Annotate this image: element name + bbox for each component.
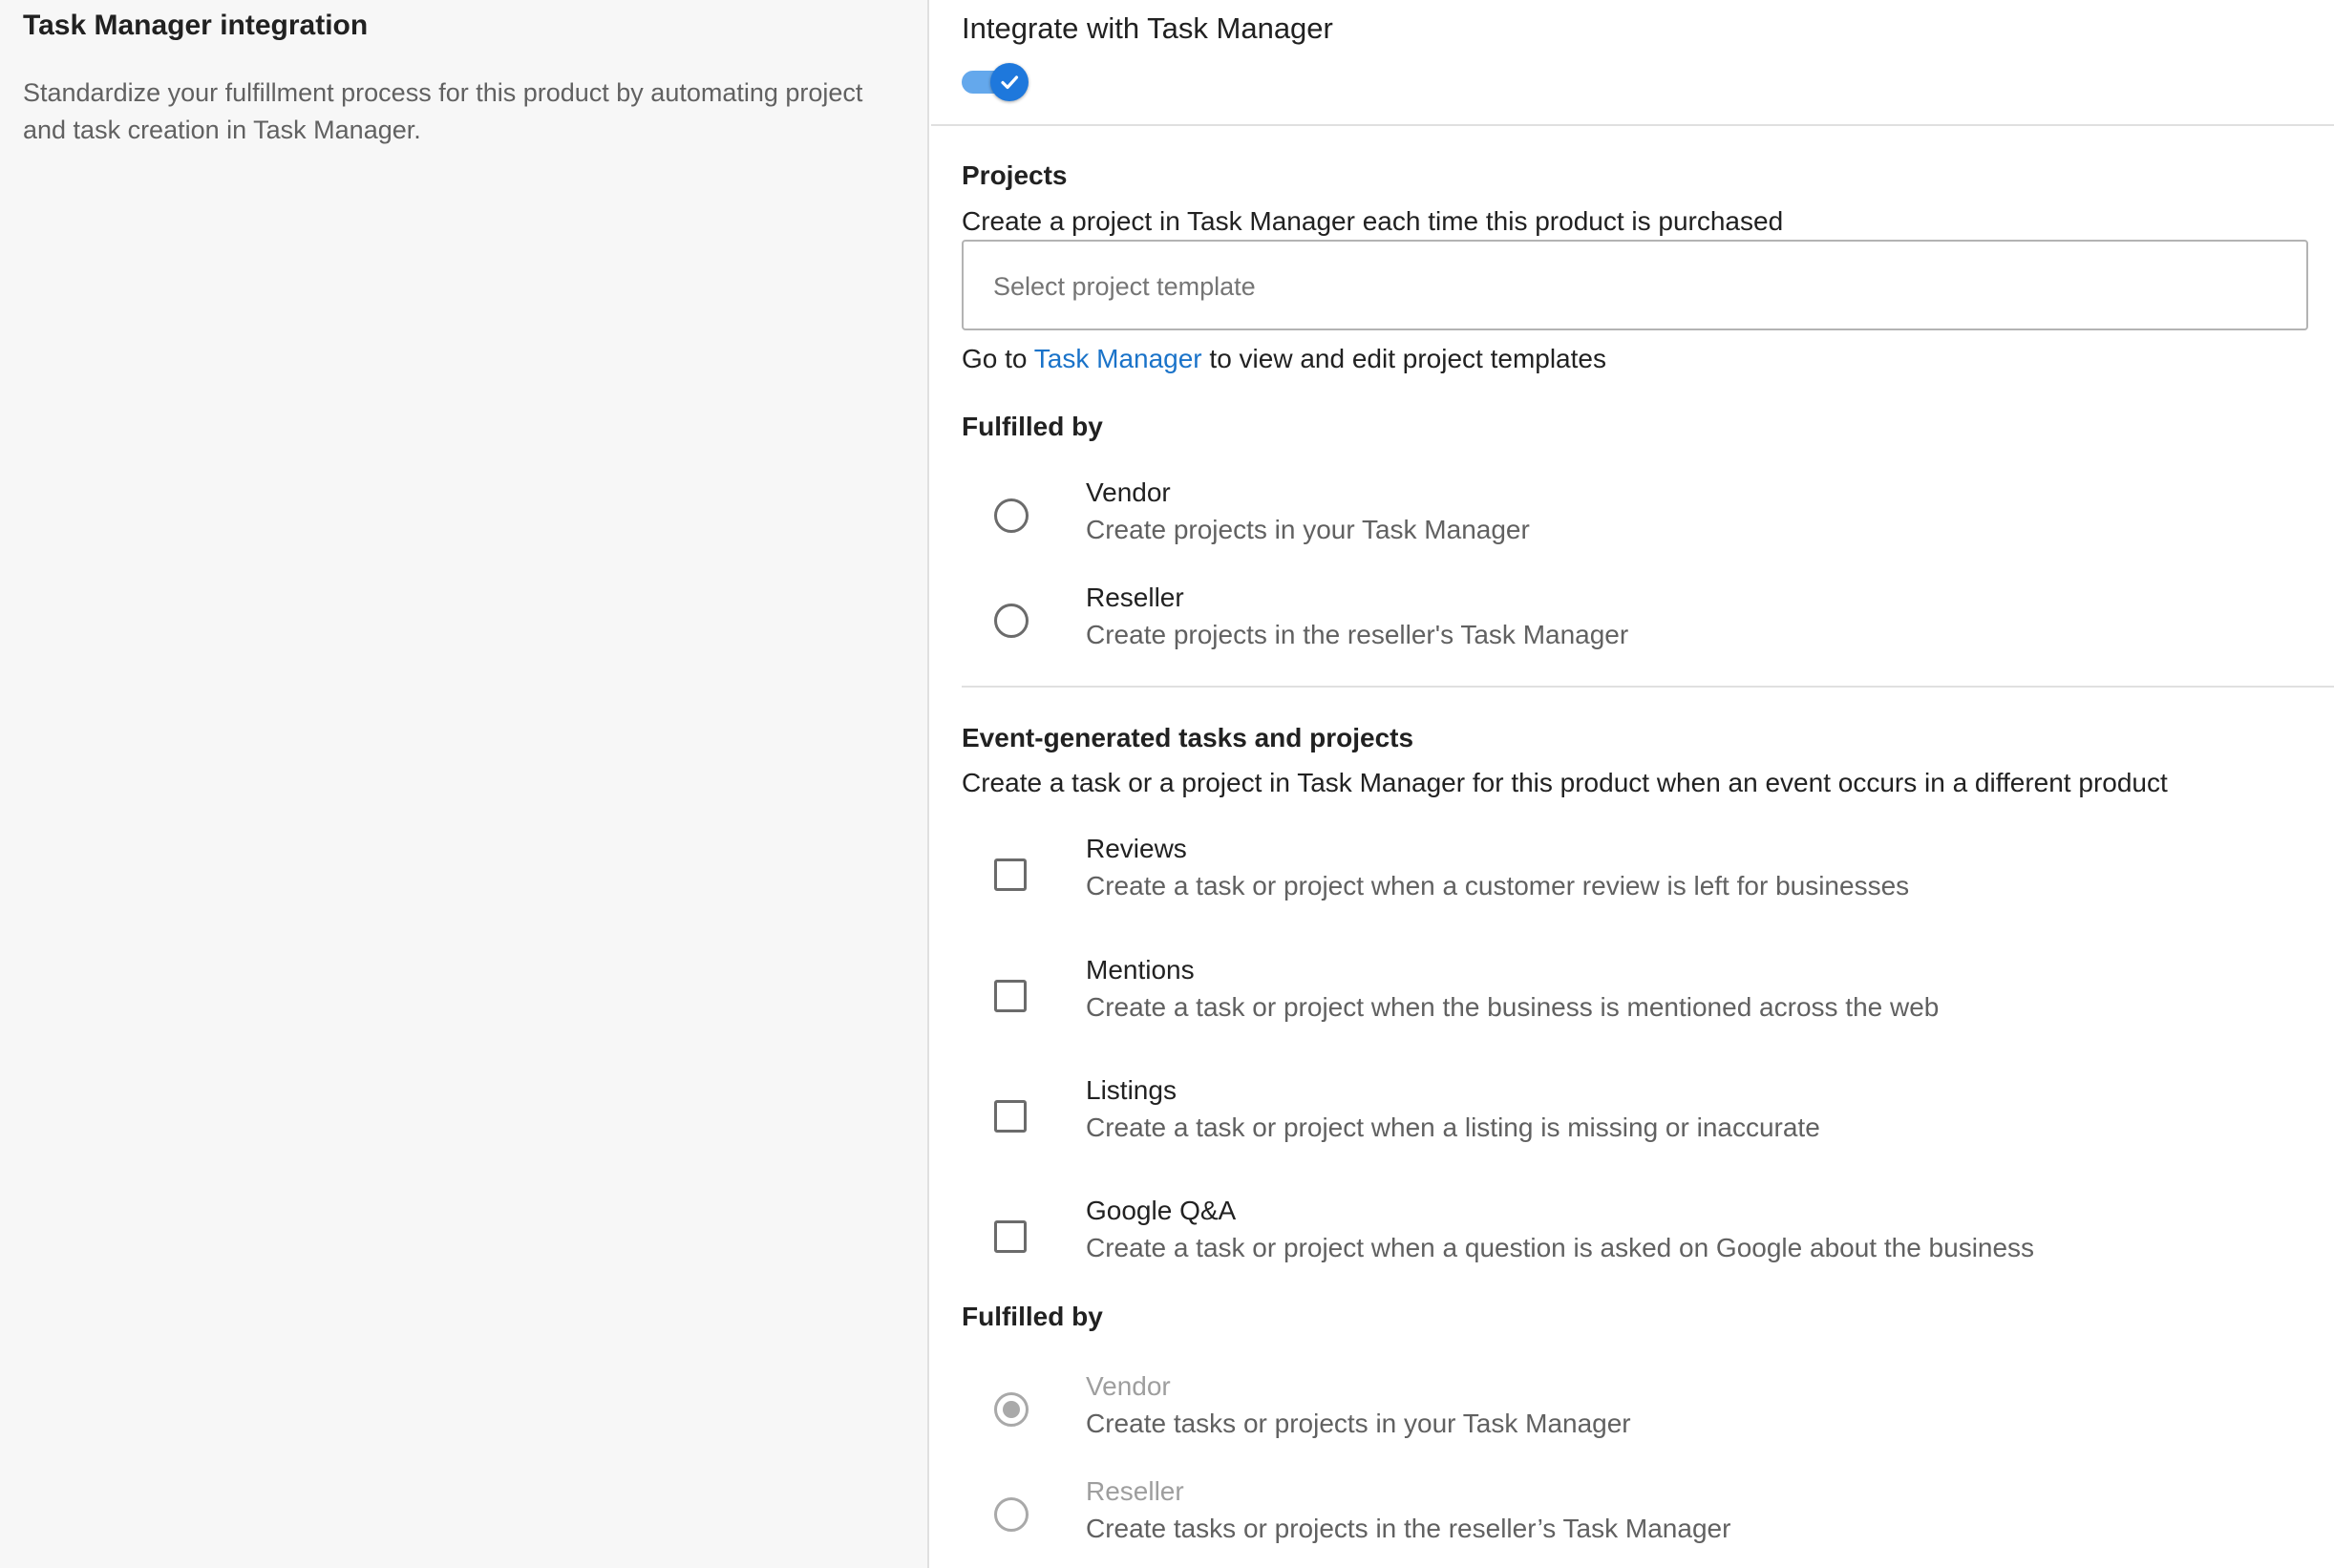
option-description: Create tasks or projects in your Task Ma… — [1086, 1409, 1631, 1438]
event-listings-option[interactable]: Listings Create a task or project when a… — [994, 1075, 2236, 1165]
right-panel: Integrate with Task Manager Projects Cre… — [931, 0, 2334, 1568]
projects-vendor-radio[interactable] — [994, 498, 1029, 533]
option-description: Create projects in the reseller's Task M… — [1086, 620, 1629, 649]
section-title: Task Manager integration — [23, 10, 369, 41]
option-label: Listings — [1086, 1075, 1177, 1105]
help-prefix: Go to — [962, 344, 1028, 373]
option-label: Google Q&A — [1086, 1196, 1237, 1225]
events-fulfilled-vendor-option: Vendor Create tasks or projects in your … — [994, 1371, 2236, 1461]
projects-fulfilled-reseller-option[interactable]: Reseller Create projects in the reseller… — [994, 583, 2236, 672]
option-label: Reseller — [1086, 1476, 1184, 1506]
option-description: Create a task or project when a listing … — [1086, 1112, 1820, 1142]
reviews-checkbox[interactable] — [994, 858, 1027, 891]
option-label: Reseller — [1086, 583, 1184, 612]
events-description: Create a task or a project in Task Manag… — [962, 768, 2168, 797]
option-label: Vendor — [1086, 477, 1171, 507]
section-divider — [962, 686, 2334, 688]
project-template-placeholder: Select project template — [993, 272, 1256, 301]
task-manager-link[interactable]: Task Manager — [1034, 344, 1202, 373]
projects-heading: Projects — [962, 160, 1068, 190]
option-label: Vendor — [1086, 1371, 1171, 1401]
integration-toggle-row: Integrate with Task Manager — [931, 0, 2334, 126]
mentions-checkbox[interactable] — [994, 980, 1027, 1012]
projects-fulfilled-by-heading: Fulfilled by — [962, 412, 1103, 441]
listings-checkbox[interactable] — [994, 1100, 1027, 1133]
event-google-qa-option[interactable]: Google Q&A Create a task or project when… — [994, 1196, 2236, 1285]
event-mentions-option[interactable]: Mentions Create a task or project when t… — [994, 955, 2236, 1045]
projects-description: Create a project in Task Manager each ti… — [962, 206, 1784, 236]
option-label: Mentions — [1086, 955, 1195, 985]
projects-fulfilled-vendor-option[interactable]: Vendor Create projects in your Task Mana… — [994, 477, 2236, 567]
events-fulfilled-reseller-option: Reseller Create tasks or projects in the… — [994, 1476, 2236, 1566]
integration-toggle[interactable] — [962, 63, 1030, 101]
option-description: Create a task or project when a question… — [1086, 1233, 2035, 1262]
events-heading: Event-generated tasks and projects — [962, 723, 1414, 752]
radio-selected-dot — [1003, 1401, 1020, 1418]
project-template-help: Go to Task Manager to view and edit proj… — [962, 344, 1606, 374]
event-reviews-option[interactable]: Reviews Create a task or project when a … — [994, 834, 2236, 923]
events-fulfilled-by-heading: Fulfilled by — [962, 1302, 1103, 1331]
project-template-select[interactable]: Select project template — [962, 240, 2308, 330]
integration-toggle-label: Integrate with Task Manager — [962, 11, 1333, 45]
help-suffix: to view and edit project templates — [1209, 344, 1606, 373]
option-description: Create a task or project when a customer… — [1086, 871, 1910, 901]
option-label: Reviews — [1086, 834, 1187, 863]
option-description: Create projects in your Task Manager — [1086, 515, 1530, 544]
google-qa-checkbox[interactable] — [994, 1220, 1027, 1253]
events-vendor-radio — [994, 1392, 1029, 1427]
option-description: Create a task or project when the busine… — [1086, 992, 1940, 1022]
toggle-knob[interactable] — [990, 63, 1029, 101]
section-description: Standardize your fulfillment process for… — [23, 78, 863, 144]
left-panel: Task Manager integration Standardize you… — [0, 0, 929, 1568]
option-description: Create tasks or projects in the reseller… — [1086, 1514, 1731, 1543]
events-reseller-radio — [994, 1497, 1029, 1532]
checkmark-icon — [1001, 75, 1019, 90]
projects-reseller-radio[interactable] — [994, 604, 1029, 638]
